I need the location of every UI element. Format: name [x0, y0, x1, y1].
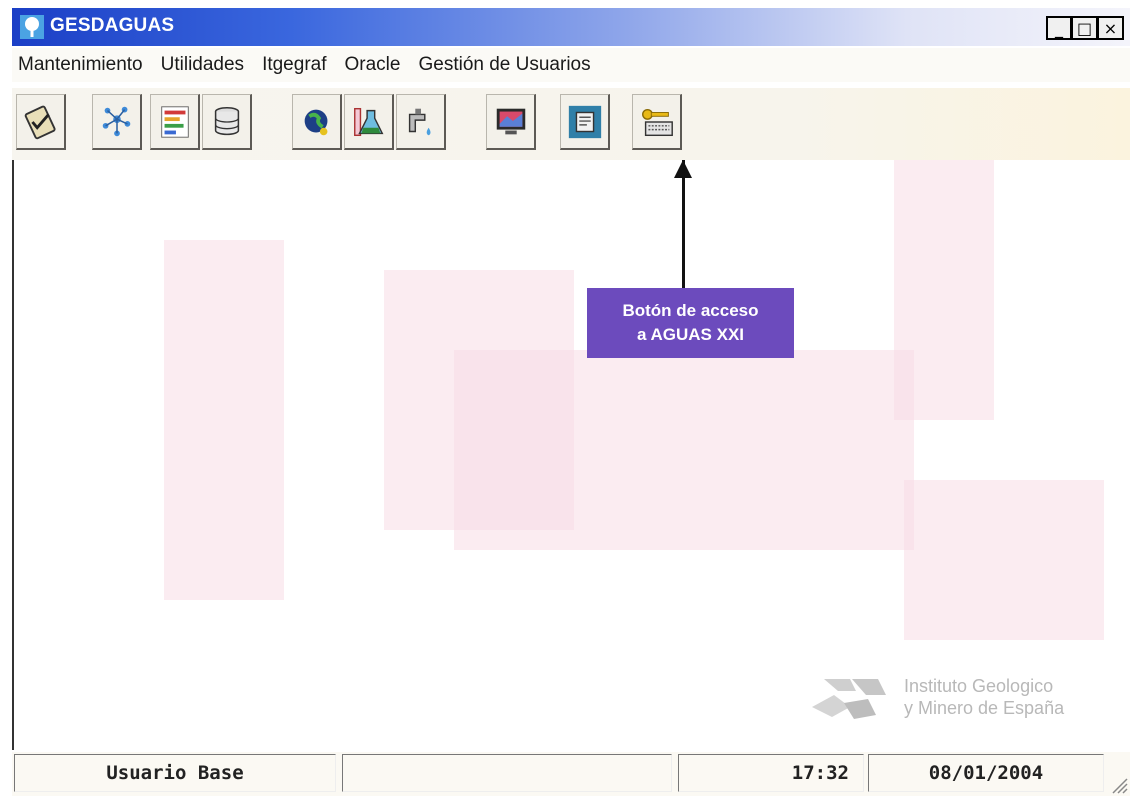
map-monitor-icon: [496, 108, 525, 134]
toolbar: [12, 88, 1130, 160]
network-tree-button[interactable]: [92, 94, 142, 150]
igme-logo: Instituto Geologico y Minero de España: [804, 665, 1124, 725]
window-controls: _ □ ×: [1046, 16, 1124, 40]
status-bar: Usuario Base 17:32 08/01/2004: [12, 752, 1130, 796]
globe-head-icon: [304, 109, 327, 135]
aguas-xxi-callout: Botón de acceso a AGUAS XXI: [587, 288, 794, 358]
chart-bars-button[interactable]: [150, 94, 200, 150]
status-message: [342, 754, 672, 792]
lab-flask-icon: [353, 107, 383, 136]
status-user: Usuario Base: [14, 754, 336, 792]
app-window: GESDAGUAS _ □ × Mantenimiento Utilidades…: [12, 8, 1130, 796]
tree-app-icon: [20, 15, 44, 39]
annotation-arrow-head: [674, 160, 692, 178]
minimize-icon[interactable]: _: [1046, 16, 1072, 40]
key-keyboard-icon: [641, 108, 673, 136]
database-stack-button[interactable]: [202, 94, 252, 150]
water-tap-icon: [408, 108, 430, 135]
document-window-button[interactable]: [560, 94, 610, 150]
callout-line-2: a AGUAS XXI: [636, 325, 745, 344]
menu-gestion-usuarios[interactable]: Gestión de Usuarios: [409, 54, 599, 76]
menu-oracle[interactable]: Oracle: [336, 54, 410, 76]
status-time: 17:32: [678, 754, 864, 792]
clipboard-check-icon: [24, 105, 56, 139]
document-window-icon: [568, 105, 601, 138]
menu-utilidades[interactable]: Utilidades: [152, 54, 253, 76]
water-tap-button[interactable]: [396, 94, 446, 150]
maximize-icon[interactable]: □: [1072, 16, 1098, 40]
clipboard-check-button[interactable]: [16, 94, 66, 150]
menu-mantenimiento[interactable]: Mantenimiento: [12, 54, 152, 76]
lab-flask-button[interactable]: [344, 94, 394, 150]
menu-bar: Mantenimiento Utilidades Itgegraf Oracle…: [12, 48, 1130, 82]
map-monitor-button[interactable]: [486, 94, 536, 150]
watermark-shape: [164, 240, 284, 600]
menu-itgegraf[interactable]: Itgegraf: [253, 54, 335, 76]
close-icon[interactable]: ×: [1098, 16, 1124, 40]
status-date: 08/01/2004: [868, 754, 1104, 792]
igme-logo-mark-icon: [812, 679, 886, 719]
annotation-arrow-line: [682, 160, 685, 288]
aguas-xxi-access-button[interactable]: [632, 94, 682, 150]
main-work-area: Botón de acceso a AGUAS XXI Instituto Ge…: [12, 160, 1130, 750]
title-bar[interactable]: GESDAGUAS _ □ ×: [12, 8, 1130, 46]
database-stack-icon: [214, 106, 239, 135]
logo-line-1: Instituto Geologico: [904, 676, 1054, 696]
network-tree-icon: [102, 106, 130, 136]
watermark-shape: [454, 350, 914, 550]
callout-line-1: Botón de acceso: [622, 301, 759, 320]
resize-grip-icon[interactable]: [1108, 774, 1128, 794]
logo-line-2: y Minero de España: [904, 698, 1065, 718]
chart-bars-icon: [160, 105, 189, 138]
window-title: GESDAGUAS: [50, 15, 175, 36]
watermark-shape: [894, 160, 994, 420]
globe-head-button[interactable]: [292, 94, 342, 150]
watermark-shape: [904, 480, 1104, 640]
